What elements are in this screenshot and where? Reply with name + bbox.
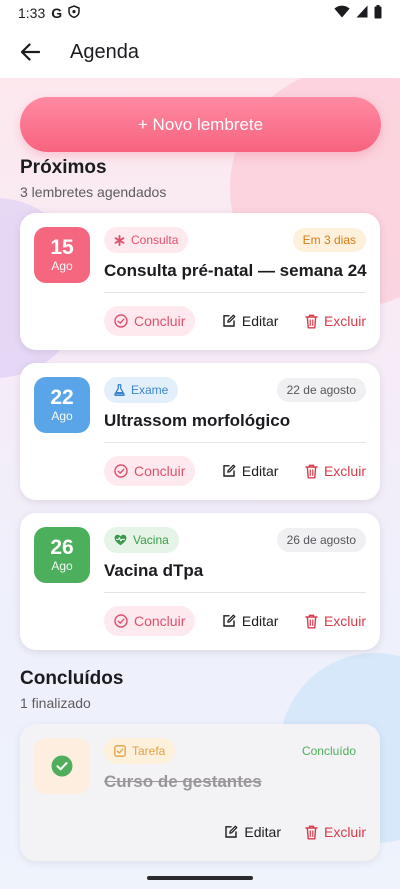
delete-button[interactable]: Excluir: [305, 606, 366, 636]
edit-icon: [223, 614, 236, 627]
date-day: 22: [50, 385, 74, 409]
due-badge: 26 de agosto: [276, 528, 366, 552]
category-tag: Exame: [104, 377, 179, 403]
divider: [104, 592, 366, 593]
trash-icon: [305, 614, 318, 628]
complete-label: Concluir: [134, 613, 186, 629]
complete-label: Concluir: [134, 463, 186, 479]
date-month: Ago: [51, 408, 73, 423]
card-actions: Editar Excluir: [104, 817, 366, 847]
divider: [104, 292, 366, 293]
reminder-card[interactable]: 26 Ago Vacina 26 de agosto Vacina dTpa C…: [20, 513, 380, 650]
reminder-title: Consulta pré-natal — semana 24: [104, 261, 367, 280]
completed-card[interactable]: Tarefa Concluído Curso de gestantes Edit…: [20, 724, 380, 861]
delete-label: Excluir: [323, 463, 366, 479]
status-bar: 1:33 G: [0, 0, 400, 26]
reminder-card[interactable]: 15 Ago Consulta Em 3 dias Consulta pré-n…: [20, 213, 380, 350]
edit-button[interactable]: Editar: [222, 456, 279, 486]
trash-icon: [305, 825, 318, 839]
status-time: 1:33: [18, 5, 46, 21]
category-tag: Vacina: [104, 527, 179, 553]
edit-button[interactable]: Editar: [222, 306, 279, 336]
asterisk-icon: [114, 234, 125, 246]
shield-icon: [68, 5, 80, 21]
check-circle-icon: [114, 314, 128, 328]
complete-button[interactable]: Concluir: [104, 606, 196, 636]
complete-button[interactable]: Concluir: [104, 456, 196, 486]
edit-label: Editar: [241, 613, 279, 629]
home-indicator[interactable]: [147, 876, 253, 880]
card-actions: Concluir Editar Excluir: [104, 606, 366, 636]
check-circle-icon: [114, 464, 128, 478]
category-label: Vacina: [133, 533, 169, 547]
section-subtitle-upcoming: 3 lembretes agendados: [20, 184, 167, 200]
check-circle-icon: [114, 614, 128, 628]
arrow-back-icon: [20, 43, 40, 61]
section-title-upcoming: Próximos: [20, 157, 107, 178]
trash-icon: [305, 464, 318, 478]
date-badge: 22 Ago: [34, 377, 90, 433]
edit-icon: [223, 314, 236, 327]
date-day: 15: [50, 235, 74, 259]
complete-label: Concluir: [134, 313, 186, 329]
due-badge: 22 de agosto: [276, 378, 366, 402]
reminder-title: Curso de gestantes: [104, 772, 262, 791]
back-button[interactable]: [16, 38, 44, 66]
divider: [104, 442, 366, 443]
delete-button[interactable]: Excluir: [305, 456, 366, 486]
category-label: Exame: [131, 383, 169, 397]
edit-button[interactable]: Editar: [224, 817, 281, 847]
app-bar: Agenda: [0, 26, 400, 78]
delete-label: Excluir: [323, 613, 366, 629]
category-label: Tarefa: [132, 744, 166, 758]
complete-button[interactable]: Concluir: [104, 306, 196, 336]
section-subtitle-done: 1 finalizado: [20, 695, 91, 711]
signal-icon: [356, 5, 368, 21]
date-month: Ago: [51, 558, 73, 573]
delete-label: Excluir: [323, 824, 366, 840]
edit-label: Editar: [241, 463, 279, 479]
google-icon: G: [51, 5, 63, 21]
card-actions: Concluir Editar Excluir: [104, 456, 366, 486]
delete-label: Excluir: [323, 313, 366, 329]
flask-icon: [114, 384, 125, 396]
trash-icon: [305, 314, 318, 328]
date-badge: 26 Ago: [34, 527, 90, 583]
reminder-card[interactable]: 22 Ago Exame 22 de agosto Ultrassom morf…: [20, 363, 380, 500]
delete-button[interactable]: Excluir: [305, 817, 366, 847]
edit-label: Editar: [241, 313, 279, 329]
completed-badge: [34, 738, 90, 794]
edit-icon: [225, 825, 238, 838]
status-badge: Concluído: [301, 744, 356, 758]
battery-icon: [374, 4, 382, 22]
category-label: Consulta: [131, 233, 179, 247]
new-reminder-button[interactable]: + Novo lembrete: [20, 97, 381, 152]
date-badge: 15 Ago: [34, 227, 90, 283]
card-actions: Concluir Editar Excluir: [104, 306, 366, 336]
check-circle-icon: [51, 755, 73, 777]
date-month: Ago: [51, 258, 73, 273]
edit-label: Editar: [244, 824, 281, 840]
date-day: 26: [50, 535, 74, 559]
due-badge: Em 3 dias: [292, 228, 366, 252]
section-title-done: Concluídos: [20, 668, 124, 689]
page-title: Agenda: [70, 40, 139, 63]
checkbox-icon: [114, 745, 126, 757]
heart-pulse-icon: [114, 534, 127, 546]
reminder-title: Ultrassom morfológico: [104, 411, 291, 430]
edit-icon: [223, 464, 236, 477]
category-tag: Consulta: [104, 227, 189, 253]
delete-button[interactable]: Excluir: [305, 306, 366, 336]
category-tag: Tarefa: [104, 738, 176, 764]
wifi-icon: [334, 5, 350, 21]
edit-button[interactable]: Editar: [222, 606, 279, 636]
reminder-title: Vacina dTpa: [104, 561, 204, 580]
